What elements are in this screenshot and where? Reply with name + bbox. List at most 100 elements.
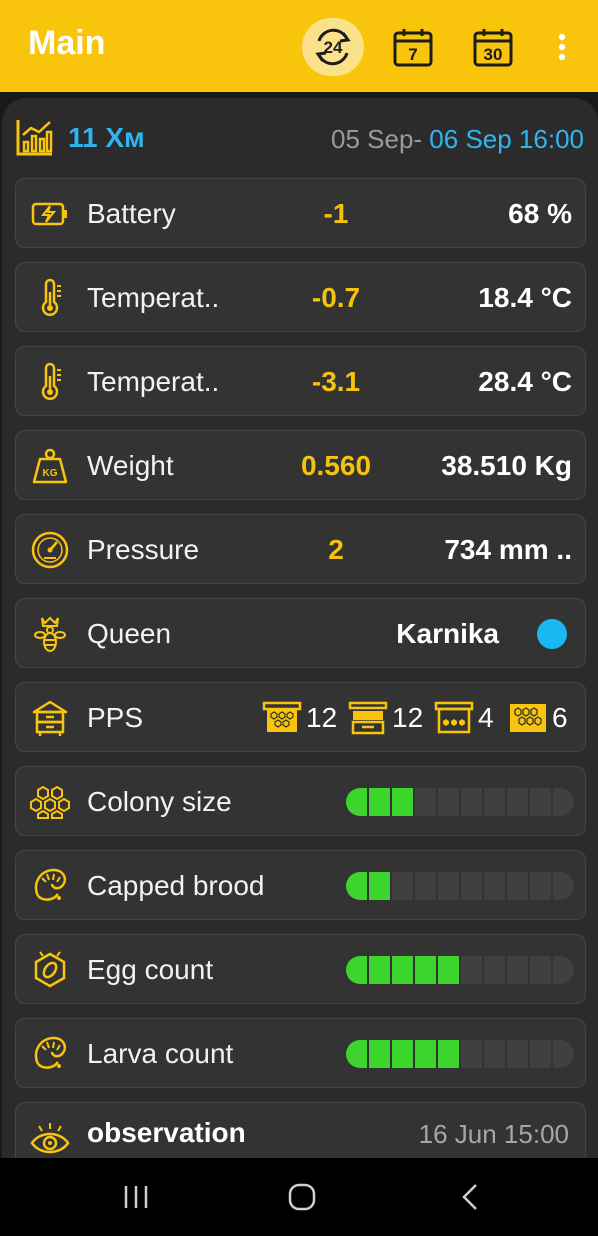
- egg-icon: [34, 951, 66, 988]
- level-segment: [461, 788, 482, 816]
- level-segment: [461, 872, 482, 900]
- level-segment: [461, 956, 482, 984]
- level-segment: [507, 1040, 528, 1068]
- level-segment: [438, 872, 459, 900]
- level-segment: [553, 956, 574, 984]
- period-30d-button[interactable]: 30: [462, 18, 524, 76]
- level-row-larva-count[interactable]: Larva count: [15, 1018, 586, 1088]
- level-row-colony-size[interactable]: Colony size: [15, 766, 586, 836]
- level-segment: [415, 1040, 436, 1068]
- observation-date: 16 Jun 15:00: [418, 1119, 569, 1149]
- date-to: 06 Sep 16:00: [422, 124, 584, 154]
- level-segment: [415, 788, 436, 816]
- level-segment: [461, 1040, 482, 1068]
- weight-kg-icon: KG: [32, 448, 68, 484]
- hive-header[interactable]: 11 Хм 05 Sep- 06 Sep 16:00: [0, 112, 598, 164]
- metric-label: Weight: [87, 450, 174, 481]
- level-segment: [438, 1040, 459, 1068]
- level-segment: [484, 1040, 505, 1068]
- level-row-egg-count[interactable]: Egg count: [15, 934, 586, 1004]
- refresh-24-icon: 24: [315, 28, 351, 66]
- date-range[interactable]: 05 Sep- 06 Sep 16:00: [331, 124, 584, 155]
- metric-delta: 2: [328, 534, 344, 565]
- hive-box-icon: [348, 701, 388, 735]
- pps-frames-count: 12: [306, 702, 338, 733]
- level-segment: [346, 788, 367, 816]
- level-label: Larva count: [87, 1038, 234, 1069]
- pps-combs-count: 6: [552, 702, 568, 733]
- metric-delta: 0.560: [300, 450, 372, 481]
- level-segment: [392, 872, 413, 900]
- level-bar: [346, 788, 574, 816]
- level-row-capped-brood[interactable]: Capped brood: [15, 850, 586, 920]
- frame-icon: [262, 701, 302, 732]
- larva-icon: [34, 868, 66, 901]
- level-label: Colony size: [87, 786, 232, 817]
- level-segment: [484, 956, 505, 984]
- level-segment: [415, 872, 436, 900]
- honeycomb-icon: [30, 785, 70, 819]
- page-title: Main: [28, 24, 106, 62]
- level-segment: [369, 788, 390, 816]
- pps-honey-frames: 4: [434, 698, 494, 738]
- metric-row-battery[interactable]: Battery -1 68 %: [15, 178, 586, 248]
- metric-label: Pressure: [87, 534, 200, 565]
- metric-label: Temperat..: [87, 366, 220, 397]
- metric-row-weight[interactable]: KG Weight 0.560 38.510 Kg: [15, 430, 586, 500]
- level-segment: [507, 872, 528, 900]
- level-segment: [507, 956, 528, 984]
- queen-row[interactable]: Queen Karnika: [15, 598, 586, 668]
- more-menu-button[interactable]: [532, 18, 592, 76]
- battery-charging-icon: [31, 202, 67, 226]
- level-segment: [438, 788, 459, 816]
- frame-honey-icon: [434, 701, 474, 734]
- hive-icon: [32, 700, 68, 736]
- queen-bee-icon: [34, 616, 66, 652]
- larva-icon: [34, 1036, 66, 1069]
- level-segment: [530, 956, 551, 984]
- level-segment: [392, 788, 413, 816]
- gauge-icon: [31, 531, 69, 569]
- app-bar: Main 24 7 30: [0, 0, 598, 92]
- metric-value: 38.510 Kg: [441, 450, 572, 481]
- pps-row[interactable]: PPS 12 12 4 6: [15, 682, 586, 752]
- level-segment: [553, 1040, 574, 1068]
- metric-delta: -3.1: [311, 366, 361, 397]
- pps-frames: 12: [262, 698, 337, 738]
- period-24h-label: 24: [324, 38, 343, 57]
- level-segment: [415, 956, 436, 984]
- level-bar: [346, 1040, 574, 1068]
- level-segment: [530, 788, 551, 816]
- observation-label: observation: [87, 1117, 246, 1148]
- thermometer-icon: [41, 362, 61, 400]
- level-bar: [346, 872, 574, 900]
- recent-apps-icon[interactable]: [116, 1180, 156, 1214]
- level-segment: [346, 872, 367, 900]
- level-segment: [369, 872, 390, 900]
- level-segment: [369, 1040, 390, 1068]
- svg-text:KG: KG: [43, 468, 58, 479]
- level-bar: [346, 956, 574, 984]
- metric-label: Battery: [87, 198, 176, 229]
- metric-row-pressure[interactable]: Pressure 2 734 mm ..: [15, 514, 586, 584]
- metric-row-temperature-1[interactable]: Temperat.. -0.7 18.4 °C: [15, 262, 586, 332]
- pps-combs: 6: [508, 698, 568, 738]
- thermometer-icon: [41, 278, 61, 316]
- metric-delta: -1: [323, 198, 349, 229]
- metric-row-temperature-2[interactable]: Temperat.. -3.1 28.4 °C: [15, 346, 586, 416]
- back-icon[interactable]: [450, 1180, 490, 1214]
- period-24h-button[interactable]: 24: [302, 18, 364, 76]
- home-icon[interactable]: [282, 1180, 322, 1214]
- period-30d-label: 30: [484, 45, 503, 64]
- honeycomb-icon: [510, 704, 546, 732]
- metric-label: Temperat..: [87, 282, 220, 313]
- pps-label: PPS: [87, 702, 144, 733]
- level-segment: [553, 872, 574, 900]
- system-nav-bar: [0, 1158, 598, 1236]
- level-segment: [484, 872, 505, 900]
- level-segment: [507, 788, 528, 816]
- level-segment: [392, 956, 413, 984]
- period-7d-button[interactable]: 7: [382, 18, 444, 76]
- level-segment: [346, 1040, 367, 1068]
- level-segment: [530, 1040, 551, 1068]
